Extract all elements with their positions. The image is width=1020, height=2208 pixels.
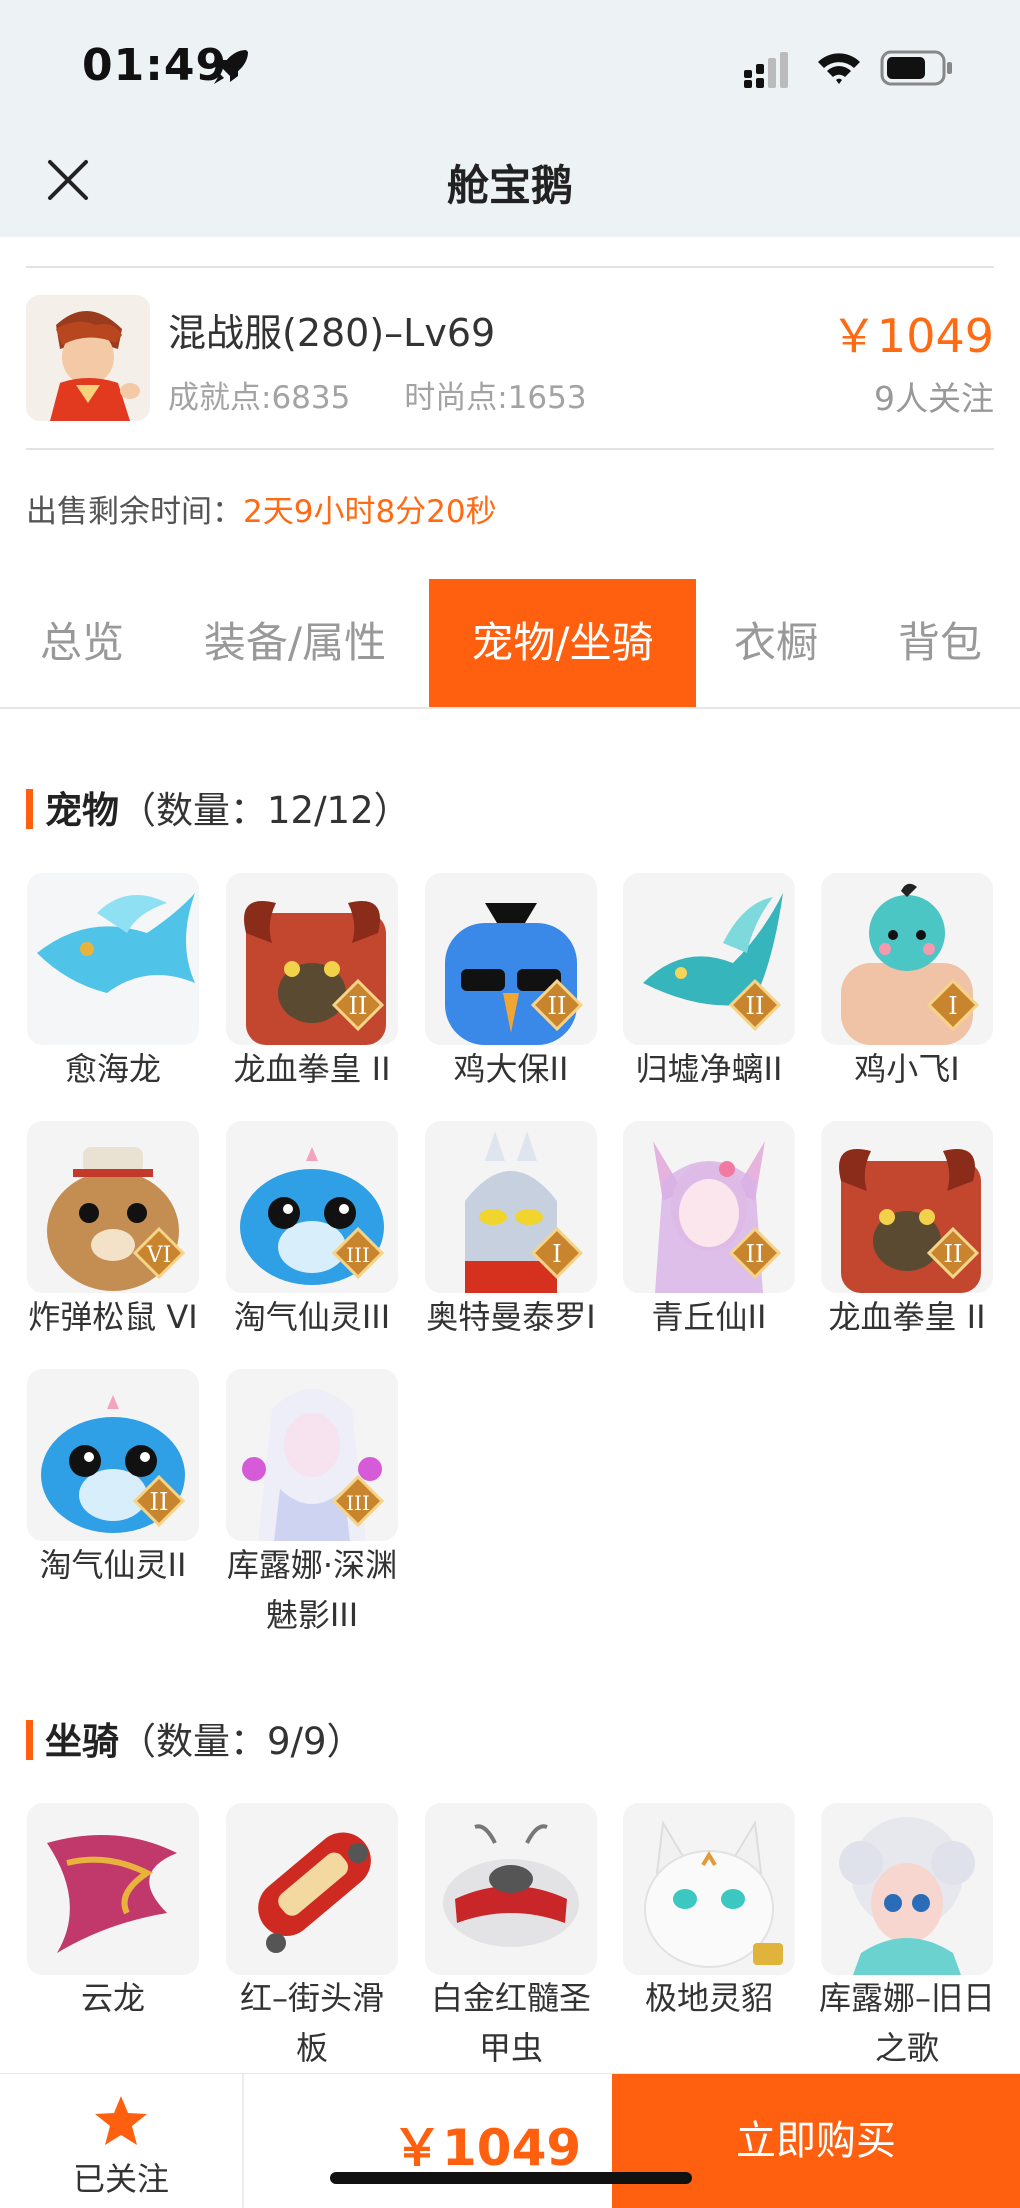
svg-text:I: I <box>948 992 957 1020</box>
follow-button[interactable]: 已关注 <box>0 2074 242 2208</box>
rank-badge-icon: II <box>531 979 583 1031</box>
mount-name: 极地灵貂 <box>644 1979 773 2017</box>
pet-tile[interactable]: III <box>226 1121 398 1293</box>
mounts-section-title: 坐骑（数量：9/9） <box>26 1711 364 1765</box>
pet-name: 青丘仙II <box>651 1298 767 1336</box>
sale-remaining-value: 2天9小时8分20秒 <box>243 494 497 530</box>
pet-name: 龙血拳皇 II <box>233 1050 391 1088</box>
home-indicator <box>330 2172 692 2184</box>
pet-tile[interactable]: II <box>821 1121 993 1293</box>
mounts-title: 坐骑 <box>45 1720 119 1763</box>
tab-backpack[interactable]: 背包 <box>880 579 1000 707</box>
sale-remaining-label: 出售剩余时间： <box>26 494 243 530</box>
rank-badge-icon: III <box>332 1227 384 1279</box>
svg-text:II: II <box>349 992 368 1020</box>
bottom-price: ￥1049 <box>392 2119 582 2177</box>
mount-name: 红–街头滑板 <box>239 1979 384 2067</box>
pet-name: 奥特曼泰罗I <box>426 1298 596 1336</box>
top-bar: 01:49 舱宝鹅 <box>0 0 1020 237</box>
mount-tile[interactable] <box>27 1803 199 1975</box>
mounts-count: （数量：9/9） <box>119 1720 364 1763</box>
svg-text:II: II <box>548 992 567 1020</box>
rank-badge-icon: II <box>729 979 781 1031</box>
pet-name: 鸡大保II <box>453 1050 569 1088</box>
tab-equipment[interactable]: 装备/属性 <box>186 579 404 707</box>
svg-text:I: I <box>552 1240 561 1268</box>
rank-badge-icon: VI <box>133 1227 185 1279</box>
mount-tile[interactable] <box>226 1803 398 1975</box>
rank-badge-icon: III <box>332 1475 384 1527</box>
svg-text:III: III <box>346 1491 370 1515</box>
character-avatar <box>26 295 150 421</box>
pet-name: 龙血拳皇 II <box>828 1298 986 1336</box>
pet-name: 淘气仙灵II <box>39 1546 187 1584</box>
pet-name: 鸡小飞I <box>854 1050 960 1088</box>
buy-now-button[interactable]: 立即购买 <box>612 2074 1020 2208</box>
tab-bar: 总览 装备/属性 宠物/坐骑 衣橱 背包 <box>0 579 1020 709</box>
tab-wardrobe[interactable]: 衣橱 <box>716 579 836 707</box>
pet-tile[interactable]: II <box>27 1369 199 1541</box>
tab-pets-mounts[interactable]: 宠物/坐骑 <box>429 579 696 707</box>
mount-tile[interactable] <box>623 1803 795 1975</box>
achievement-points: 成就点:6835 <box>168 380 351 416</box>
svg-text:VI: VI <box>146 1243 172 1268</box>
rank-badge-icon: II <box>729 1227 781 1279</box>
svg-text:II: II <box>944 1240 963 1268</box>
signal-icon <box>744 52 788 88</box>
wifi-icon <box>818 53 860 84</box>
pet-name: 愈海龙 <box>64 1050 161 1088</box>
battery-icon <box>880 50 952 86</box>
mount-name: 云龙 <box>80 1979 145 2017</box>
rank-badge-icon: I <box>927 979 979 1031</box>
rank-badge-icon: II <box>927 1227 979 1279</box>
item-price: ￥1049 <box>830 309 994 363</box>
divider <box>26 448 994 450</box>
item-name: 混战服(280)–Lv69 <box>168 311 496 355</box>
mount-tile[interactable] <box>821 1803 993 1975</box>
rank-badge-icon: II <box>332 979 384 1031</box>
mount-name: 白金红髓圣甲虫 <box>430 1979 591 2067</box>
pet-name: 库露娜·深渊魅影III <box>226 1546 398 1634</box>
mount-name: 库露娜–旧日之歌 <box>818 1979 995 2067</box>
rocket-icon <box>214 50 248 84</box>
svg-text:II: II <box>746 1240 765 1268</box>
divider <box>26 266 994 268</box>
pet-tile[interactable] <box>27 873 199 1045</box>
bottom-divider <box>242 2074 244 2208</box>
pet-tile[interactable]: I <box>425 1121 597 1293</box>
svg-text:II: II <box>150 1488 169 1516</box>
pets-count: （数量：12/12） <box>119 789 411 832</box>
follower-count: 9人关注 <box>874 379 994 418</box>
rank-badge-icon: I <box>531 1227 583 1279</box>
pet-tile[interactable]: II <box>226 873 398 1045</box>
pet-name: 淘气仙灵III <box>233 1298 391 1336</box>
tab-overview[interactable]: 总览 <box>10 579 154 707</box>
mount-tile[interactable] <box>425 1803 597 1975</box>
pets-section-title: 宠物（数量：12/12） <box>26 780 411 834</box>
svg-text:III: III <box>346 1243 370 1267</box>
star-icon <box>95 2096 147 2145</box>
pet-tile[interactable]: II <box>425 873 597 1045</box>
item-points: 成就点:6835 时尚点:1653 <box>168 372 631 417</box>
svg-text:II: II <box>746 992 765 1020</box>
fashion-points: 时尚点:1653 <box>404 380 587 416</box>
pet-tile[interactable]: II <box>623 1121 795 1293</box>
pet-tile[interactable]: I <box>821 873 993 1045</box>
pet-tile[interactable]: II <box>623 873 795 1045</box>
follow-label: 已关注 <box>72 2160 169 2198</box>
pet-name: 炸弹松鼠 VI <box>28 1298 198 1336</box>
sale-remaining: 出售剩余时间：2天9小时8分20秒 <box>26 486 497 531</box>
page-title: 舱宝鹅 <box>446 161 573 210</box>
rank-badge-icon: II <box>133 1475 185 1527</box>
status-time: 01:49 <box>82 40 228 91</box>
bottom-action-bar: 已关注 ￥1049 立即购买 <box>0 2073 1020 2208</box>
pet-tile[interactable]: VI <box>27 1121 199 1293</box>
pet-name: 归墟净螭II <box>635 1050 783 1088</box>
pets-title: 宠物 <box>45 789 119 832</box>
pet-tile[interactable]: III <box>226 1369 398 1541</box>
